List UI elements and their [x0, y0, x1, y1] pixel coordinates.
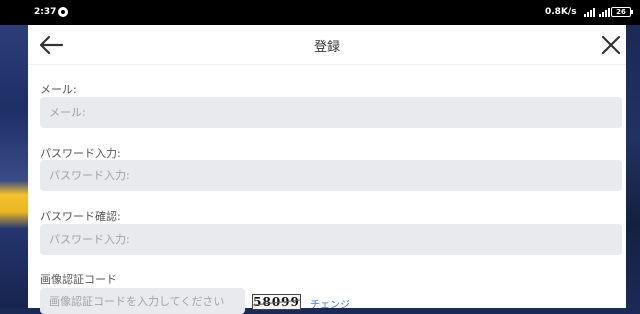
- signal-strength-icon: [578, 8, 595, 17]
- password-field[interactable]: [40, 160, 622, 191]
- password-label: パスワード入力:: [40, 147, 121, 160]
- header: 登録: [28, 25, 626, 65]
- page-title: 登録: [313, 40, 340, 55]
- background-image: [626, 25, 640, 308]
- signal-strength-icon: [594, 8, 610, 17]
- captcha-input[interactable]: [40, 288, 245, 314]
- status-bar: 2:37 0.8K/s 26: [0, 0, 640, 25]
- background-image: [0, 25, 28, 308]
- app-notification-icon: [58, 7, 68, 17]
- email-label: メール:: [40, 83, 77, 96]
- battery-icon: 26: [611, 7, 633, 17]
- captcha-change-link[interactable]: チェンジ: [310, 296, 350, 311]
- status-time: 2:37: [34, 7, 57, 17]
- network-speed: 0.8K/s: [545, 7, 577, 17]
- registration-panel: 登録 メール: パスワード入力: パスワード確認: 画像認証コード 58099 …: [28, 25, 626, 314]
- email-field[interactable]: [40, 97, 622, 128]
- close-icon: [601, 35, 621, 55]
- password-confirm-field[interactable]: [40, 224, 622, 255]
- captcha-label: 画像認証コード: [40, 273, 117, 286]
- password-confirm-label: パスワード確認:: [40, 210, 121, 223]
- close-button[interactable]: [600, 33, 622, 57]
